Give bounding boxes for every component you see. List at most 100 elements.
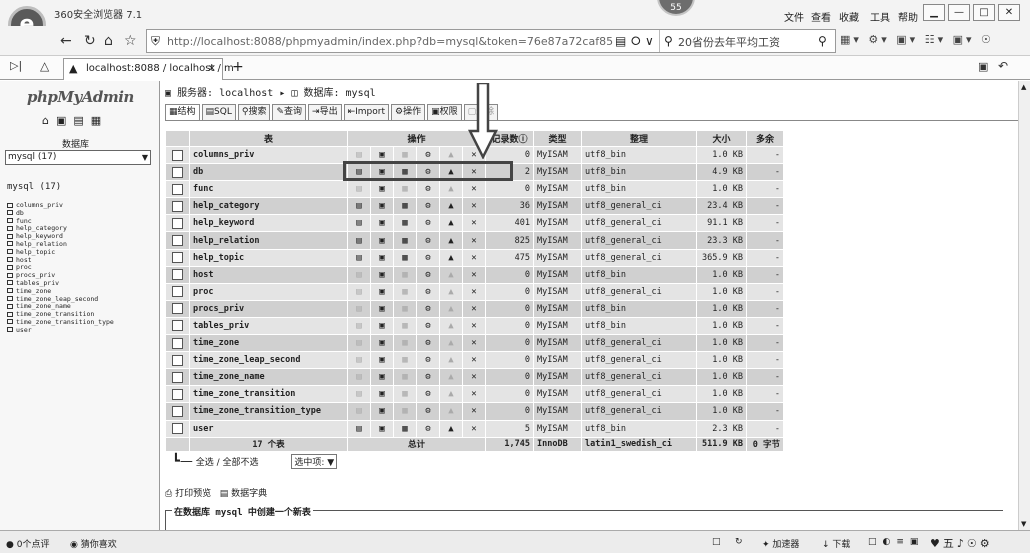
insert-icon[interactable]: ⚙ <box>416 282 440 301</box>
structure-icon[interactable]: ▣ <box>370 282 394 301</box>
insert-icon[interactable]: ⚙ <box>416 402 440 421</box>
drop-icon[interactable]: ✕ <box>462 351 486 370</box>
structure-icon[interactable]: ▣ <box>370 248 394 267</box>
insert-icon[interactable]: ⚙ <box>416 248 440 267</box>
tab-导出[interactable]: ⇥导出 <box>308 104 342 121</box>
row-size[interactable]: 1.0 KB <box>696 265 747 284</box>
drop-icon[interactable]: ✕ <box>462 197 486 216</box>
home-icon[interactable]: ⌂ <box>104 33 113 49</box>
search-icon[interactable]: ▦ <box>393 282 417 301</box>
drop-icon[interactable]: ✕ <box>462 419 486 438</box>
notification-badge[interactable]: 55 <box>657 0 695 16</box>
sync-icon[interactable]: ↻ <box>735 537 743 547</box>
empty-icon[interactable]: ▲ <box>439 419 463 438</box>
browse-icon[interactable]: ▤ <box>347 231 371 250</box>
tab-sql[interactable]: ▤SQL <box>201 104 236 121</box>
empty-icon[interactable]: ▲ <box>439 180 463 199</box>
menu-tools[interactable]: 工具 <box>870 9 890 24</box>
row-size[interactable]: 1.0 KB <box>696 299 747 318</box>
row-size[interactable]: 1.0 KB <box>696 402 747 421</box>
row-size[interactable]: 2.3 KB <box>696 419 747 438</box>
undo-close-icon[interactable]: ↶ <box>998 59 1008 73</box>
insert-icon[interactable]: ⚙ <box>416 265 440 284</box>
browse-icon[interactable]: ▤ <box>347 299 371 318</box>
row-checkbox[interactable] <box>165 385 190 404</box>
accelerator-button[interactable]: ✦ 加速器 <box>762 537 799 550</box>
row-table-name[interactable]: time_zone_transition <box>189 385 348 404</box>
insert-icon[interactable]: ⚙ <box>416 231 440 250</box>
chevron-down-icon[interactable]: ▼ <box>142 151 148 164</box>
maximize-button[interactable]: □ <box>973 4 995 21</box>
row-size[interactable]: 23.4 KB <box>696 197 747 216</box>
insert-icon[interactable]: ⚙ <box>416 368 440 387</box>
structure-icon[interactable]: ▣ <box>370 419 394 438</box>
insert-icon[interactable]: ⚙ <box>416 385 440 404</box>
lightning-icon[interactable]: ⭘ <box>631 34 641 49</box>
browse-icon[interactable]: ▤ <box>347 316 371 336</box>
insert-icon[interactable]: ⚙ <box>416 180 440 199</box>
tab-查询[interactable]: ✎查询 <box>272 104 307 121</box>
row-table-name[interactable]: user <box>189 419 348 438</box>
row-checkbox[interactable] <box>165 231 190 250</box>
scrollbar[interactable]: ▲ ▼ <box>1018 81 1030 530</box>
row-table-name[interactable]: help_relation <box>189 231 348 250</box>
query-icon[interactable]: ▦ <box>91 114 108 127</box>
row-table-name[interactable]: help_keyword <box>189 214 348 233</box>
search-text[interactable]: 20省份去年平均工资 <box>678 34 780 50</box>
url-field[interactable]: ⛨ http://localhost:8088/phpmyadmin/index… <box>146 29 836 53</box>
row-size[interactable]: 1.0 KB <box>696 368 747 387</box>
print-view-link[interactable]: 打印预览 <box>175 489 211 499</box>
guess-status[interactable]: ◉ 猜你喜欢 <box>70 537 117 550</box>
structure-icon[interactable]: ▣ <box>370 316 394 336</box>
structure-icon[interactable]: ▣ <box>370 265 394 284</box>
row-checkbox[interactable] <box>165 334 190 353</box>
chevron-down-icon[interactable]: ∨ <box>645 34 654 48</box>
row-checkbox[interactable] <box>165 265 190 284</box>
tab-操作[interactable]: ⚙操作 <box>391 104 426 121</box>
row-size[interactable]: 1.0 KB <box>696 351 747 370</box>
row-table-name[interactable]: help_topic <box>189 248 348 267</box>
insert-icon[interactable]: ⚙ <box>416 316 440 336</box>
row-table-name[interactable]: proc <box>189 282 348 301</box>
scroll-down-icon[interactable]: ▼ <box>1021 520 1026 528</box>
insert-icon[interactable]: ⚙ <box>416 299 440 318</box>
browse-icon[interactable]: ▤ <box>347 334 371 353</box>
row-size[interactable]: 1.0 KB <box>696 316 747 336</box>
browse-icon[interactable]: ▤ <box>347 265 371 284</box>
row-size[interactable]: 1.0 KB <box>696 385 747 404</box>
insert-icon[interactable]: ⚙ <box>416 197 440 216</box>
empty-icon[interactable]: ▲ <box>439 282 463 301</box>
row-checkbox[interactable] <box>165 299 190 318</box>
row-table-name[interactable]: time_zone_transition_type <box>189 402 348 421</box>
empty-icon[interactable]: ▲ <box>439 402 463 421</box>
browse-icon[interactable]: ▤ <box>347 351 371 370</box>
browse-icon[interactable]: ▤ <box>347 180 371 199</box>
toolbar-extensions[interactable]: ▦▾ ⚙▾ ▣▾ ☷▾ ▣▾ ☉ <box>840 33 994 46</box>
status-tray-icons[interactable]: □◐≡▣ <box>868 537 924 547</box>
structure-icon[interactable]: ▣ <box>370 402 394 421</box>
row-size[interactable]: 23.3 KB <box>696 231 747 250</box>
empty-icon[interactable]: ▲ <box>439 351 463 370</box>
sidebar-table-item[interactable]: user <box>7 326 114 335</box>
crumb-server[interactable]: localhost <box>219 88 273 99</box>
back-icon[interactable]: ← <box>60 33 72 49</box>
data-dict-link[interactable]: 数据字典 <box>231 489 267 499</box>
menu-favorites[interactable]: 收藏 <box>839 9 859 24</box>
search-icon[interactable]: ▦ <box>393 419 417 438</box>
drop-icon[interactable]: ✕ <box>462 214 486 233</box>
row-checkbox[interactable] <box>165 163 190 182</box>
row-size[interactable]: 1.0 KB <box>696 145 747 165</box>
menu-help[interactable]: 帮助 <box>898 9 918 24</box>
browse-icon[interactable]: ▤ <box>347 214 371 233</box>
search-icon[interactable]: ▦ <box>393 351 417 370</box>
pma-logo[interactable]: phpMyAdmin <box>27 88 134 106</box>
row-checkbox[interactable] <box>165 419 190 438</box>
tab-import[interactable]: ⇤Import <box>343 104 390 121</box>
search-icon[interactable]: ▦ <box>393 214 417 233</box>
structure-icon[interactable]: ▣ <box>370 334 394 353</box>
empty-icon[interactable]: ▲ <box>439 197 463 216</box>
reader-icon[interactable]: ▤ <box>615 34 626 48</box>
row-size[interactable]: 91.1 KB <box>696 214 747 233</box>
download-button[interactable]: ↓ 下载 <box>822 537 850 550</box>
structure-icon[interactable]: ▣ <box>370 197 394 216</box>
